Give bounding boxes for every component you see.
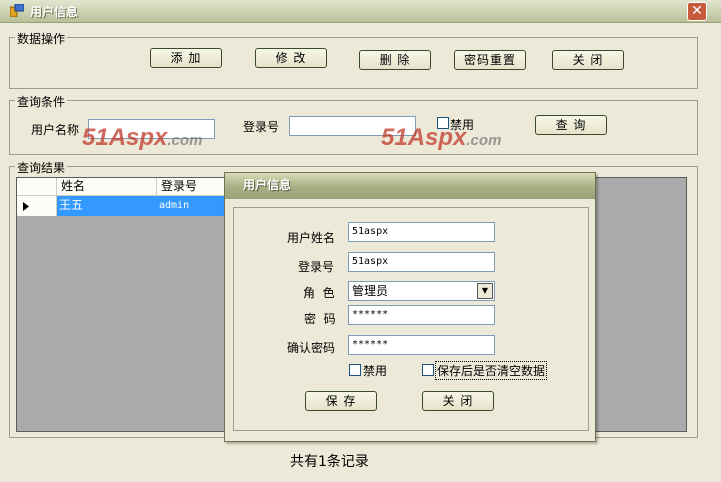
search-button[interactable]: 查 询: [535, 115, 607, 135]
row-header-cell: [17, 178, 57, 196]
dialog-disabled-label: 禁用: [363, 364, 388, 378]
dialog-role-select[interactable]: 管理员: [348, 281, 495, 301]
login-label: 登录号: [243, 120, 280, 134]
row-pointer-icon: [23, 202, 29, 211]
close-icon[interactable]: ✕: [687, 2, 707, 21]
watermark-logo: 51Aspx.com: [82, 124, 202, 152]
close-button[interactable]: 关 闭: [552, 50, 624, 70]
dialog-name-input[interactable]: 51aspx: [348, 222, 495, 242]
watermark-suffix: .com: [466, 132, 502, 149]
table-cell-login[interactable]: admin: [157, 196, 227, 216]
username-label: 用户名称: [31, 123, 80, 137]
dialog-close-button[interactable]: 关 闭: [422, 391, 494, 411]
watermark-suffix: .com: [167, 132, 203, 149]
dialog-login-label: 登录号: [298, 260, 335, 274]
table-cell-name[interactable]: 王五: [57, 196, 157, 216]
dialog-confirm-label: 确认密码: [287, 341, 336, 355]
watermark-logo: 51Aspx.com: [381, 124, 501, 152]
dialog-role-label: 角 色: [303, 286, 335, 300]
reset-password-button[interactable]: 密码重置: [454, 50, 526, 70]
column-header-login[interactable]: 登录号: [157, 178, 227, 196]
column-header-name[interactable]: 姓名: [57, 178, 157, 196]
query-legend: 查询条件: [15, 93, 68, 110]
delete-button[interactable]: 删 除: [359, 50, 431, 70]
window-title: 用户信息: [30, 5, 79, 19]
add-button[interactable]: 添 加: [150, 48, 222, 68]
data-ops-legend: 数据操作: [15, 30, 68, 47]
dialog-name-label: 用户姓名: [287, 231, 336, 245]
dialog-clear-checkbox[interactable]: [422, 364, 434, 376]
title-bar: [0, 0, 721, 23]
dialog-login-input[interactable]: 51aspx: [348, 252, 495, 272]
app-window-icon: [9, 3, 25, 18]
watermark-main: 51Aspx: [381, 124, 467, 151]
dialog-confirm-input[interactable]: ******: [348, 335, 495, 355]
edit-button[interactable]: 修 改: [255, 48, 327, 68]
dialog-disabled-checkbox[interactable]: [349, 364, 361, 376]
record-count: 共有1条记录: [290, 454, 369, 470]
dropdown-arrow-icon[interactable]: ▼: [477, 283, 493, 299]
dialog-clear-label: 保存后是否清空数据: [435, 361, 548, 380]
dialog-save-button[interactable]: 保 存: [305, 391, 377, 411]
dialog-password-input[interactable]: ******: [348, 305, 495, 325]
watermark-main: 51Aspx: [82, 124, 168, 151]
dialog-password-label: 密 码: [304, 312, 336, 326]
dialog-title: 用户信息: [225, 173, 595, 199]
results-legend: 查询结果: [15, 159, 68, 176]
row-pointer-cell[interactable]: [17, 196, 57, 216]
